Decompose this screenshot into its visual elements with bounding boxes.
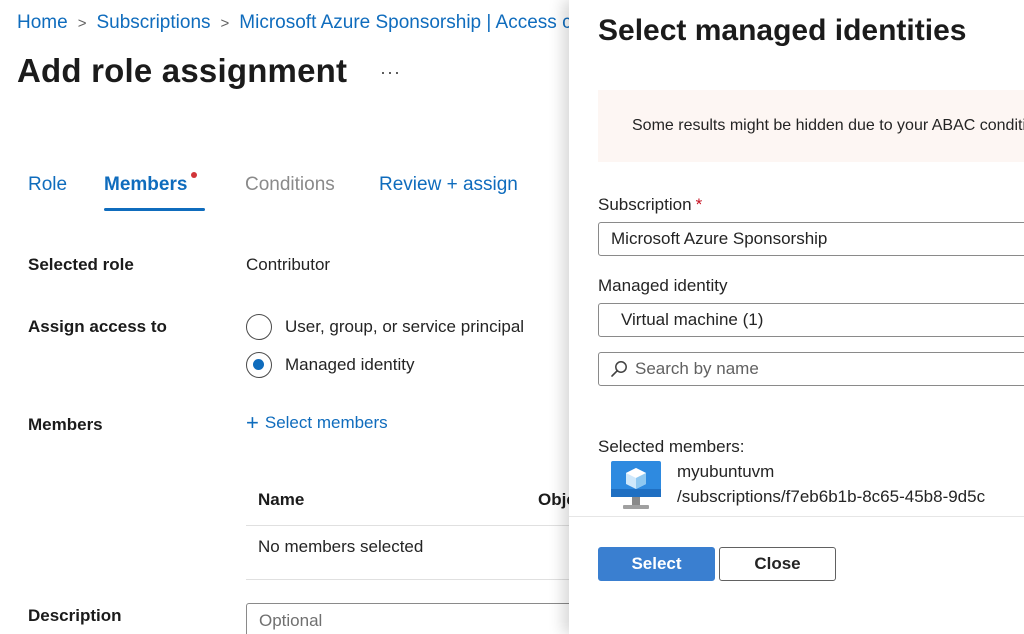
subscription-dropdown[interactable]: Microsoft Azure Sponsorship xyxy=(598,222,1024,256)
description-label: Description xyxy=(28,606,122,625)
tab-members-label: Members xyxy=(104,174,188,195)
virtual-machine-icon xyxy=(611,461,661,509)
validation-dot-icon xyxy=(191,172,198,178)
managed-identity-dropdown[interactable]: Virtual machine (1) xyxy=(598,303,1024,337)
selected-member-item[interactable]: myubuntuvm /subscriptions/f7eb6b1b-8c65-… xyxy=(609,459,985,513)
tab-members[interactable]: Members xyxy=(104,172,206,211)
description-input[interactable] xyxy=(246,603,586,634)
empty-members-text: No members selected xyxy=(258,537,424,556)
managed-identity-label: Managed identity xyxy=(598,276,728,295)
selected-role-label: Selected role xyxy=(28,255,134,274)
tab-review-assign[interactable]: Review + assign xyxy=(379,174,518,196)
radio-managed-identity[interactable]: Managed identity xyxy=(246,352,414,378)
select-members-link[interactable]: + Select members xyxy=(246,412,388,434)
chevron-right-icon: > xyxy=(77,14,87,32)
radio-managed-identity-label: Managed identity xyxy=(285,355,415,374)
page-title: Add role assignment xyxy=(17,52,348,89)
warning-text: Some results might be hidden due to your… xyxy=(632,117,1024,134)
breadcrumb-home[interactable]: Home xyxy=(17,12,68,34)
panel-title: Select managed identities xyxy=(598,14,967,47)
close-button[interactable]: Close xyxy=(719,547,836,581)
select-managed-identities-panel: Select managed identities Some results m… xyxy=(569,0,1024,634)
plus-icon: + xyxy=(246,410,259,435)
select-members-label: Select members xyxy=(264,413,388,432)
select-button[interactable]: Select xyxy=(598,547,715,581)
tab-role[interactable]: Role xyxy=(28,174,67,196)
radio-user-group-sp-label: User, group, or service principal xyxy=(285,317,525,336)
member-info: myubuntuvm /subscriptions/f7eb6b1b-8c65-… xyxy=(677,459,985,513)
radio-button[interactable] xyxy=(246,314,272,340)
subscription-label-text: Subscription xyxy=(598,195,692,214)
members-label: Members xyxy=(28,415,103,434)
radio-user-group-sp[interactable]: User, group, or service principal xyxy=(246,314,524,340)
tab-conditions[interactable]: Conditions xyxy=(245,174,335,196)
search-icon xyxy=(611,361,627,377)
chevron-right-icon: > xyxy=(220,14,230,32)
members-table-header: Name Object ID xyxy=(246,474,578,526)
search-box[interactable] xyxy=(598,352,1024,386)
selected-members-label: Selected members: xyxy=(598,437,745,456)
active-tab-underline xyxy=(104,208,206,211)
search-input[interactable] xyxy=(635,359,1015,379)
column-header-name[interactable]: Name xyxy=(258,490,304,510)
radio-button-checked[interactable] xyxy=(246,352,272,378)
required-asterisk: * xyxy=(695,195,703,214)
breadcrumb-subscriptions[interactable]: Subscriptions xyxy=(96,12,210,34)
members-table: Name Object ID No members selected xyxy=(246,474,578,580)
table-row: No members selected xyxy=(246,526,576,580)
member-name: myubuntuvm xyxy=(677,462,775,481)
warning-banner: Some results might be hidden due to your… xyxy=(598,90,1024,162)
member-resource-path: /subscriptions/f7eb6b1b-8c65-45b8-9d5c xyxy=(677,487,986,506)
more-options-icon[interactable]: ··· xyxy=(380,62,401,83)
subscription-label: Subscription * xyxy=(598,195,702,215)
assign-access-label: Assign access to xyxy=(28,317,167,336)
selected-role-value: Contributor xyxy=(246,255,331,274)
panel-footer-divider xyxy=(569,516,1024,517)
